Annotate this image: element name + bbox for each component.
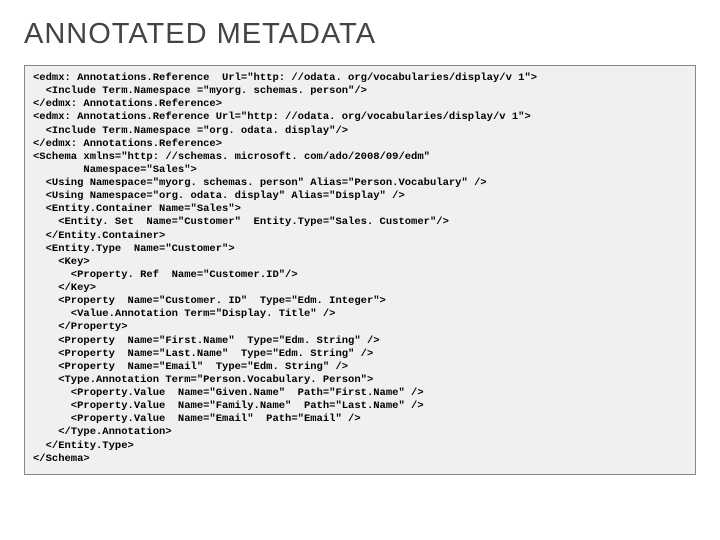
code-block: <edmx: Annotations.Reference Url="http: …: [24, 65, 696, 475]
code-content: <edmx: Annotations.Reference Url="http: …: [33, 72, 537, 465]
slide-title: ANNOTATED METADATA: [24, 18, 696, 51]
